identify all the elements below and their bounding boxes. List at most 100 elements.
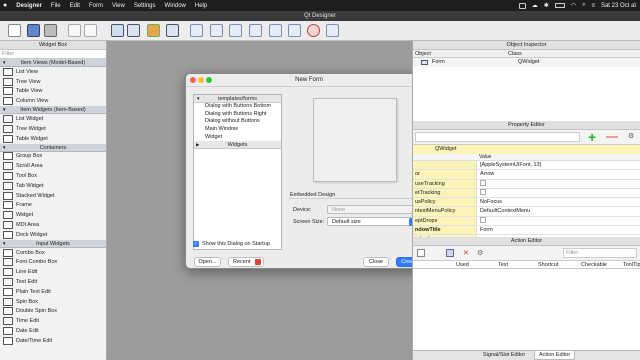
open-form-icon[interactable]	[27, 24, 40, 37]
object-row-form[interactable]: Form QWidget	[413, 58, 640, 67]
layout-splitter-horizontal-icon[interactable]	[229, 24, 242, 37]
widget-time-edit[interactable]: Time Edit	[0, 316, 106, 326]
widget-dock-widget[interactable]: Dock Widget	[0, 230, 106, 240]
search-icon[interactable]: ⌕	[582, 2, 585, 9]
new-action-icon[interactable]	[417, 249, 425, 257]
delete-action-icon[interactable]: ✕	[463, 249, 469, 257]
widget-list-view[interactable]: List View	[0, 67, 106, 77]
property-row[interactable]: ntextMenuPolicy DefaultContextMenu	[413, 207, 640, 217]
layout-horizontal-icon[interactable]	[190, 24, 203, 37]
column-used[interactable]: Used	[456, 261, 469, 269]
category-item-widgets[interactable]: ▼ Item Widgets (Item-Based)	[0, 106, 106, 115]
templates-tree[interactable]: ▼ templates/forms Dialog with Buttons Bot…	[193, 94, 282, 250]
bluetooth-icon[interactable]: ✱	[544, 2, 549, 9]
wifi-icon[interactable]: ◠	[571, 2, 576, 9]
menu-window[interactable]: Window	[165, 3, 186, 9]
edit-buddies-icon[interactable]	[147, 24, 160, 37]
cloud-icon[interactable]: ☁	[532, 2, 538, 9]
column-class[interactable]: Class	[508, 50, 522, 58]
copy-action-icon[interactable]	[446, 249, 454, 257]
edit-widgets-icon[interactable]	[111, 24, 124, 37]
widget-table-widget[interactable]: Table Widget	[0, 134, 106, 144]
open-button[interactable]: Open...	[194, 257, 221, 267]
widget-list-widget[interactable]: List Widget	[0, 114, 106, 124]
property-filter-input[interactable]	[415, 132, 580, 142]
template-main-window[interactable]: Main Window	[194, 126, 281, 134]
widget-font-combo-box[interactable]: Font Combo Box	[0, 258, 106, 268]
add-dynamic-property-icon[interactable]: +	[588, 129, 596, 145]
widget-date-edit[interactable]: Date Edit	[0, 326, 106, 336]
column-tooltip[interactable]: ToolTip	[623, 261, 640, 269]
menu-edit[interactable]: Edit	[70, 3, 80, 9]
widget-combo-box[interactable]: Combo Box	[0, 248, 106, 258]
menu-view[interactable]: View	[112, 3, 125, 9]
property-row[interactable]: ndowTitle Form	[413, 226, 640, 236]
property-row[interactable]: or Arrow	[413, 170, 640, 180]
layout-form-icon[interactable]	[288, 24, 301, 37]
widget-plain-text-edit[interactable]: Plain Text Edit	[0, 287, 106, 297]
widget-group-box[interactable]: Group Box	[0, 152, 106, 162]
new-form-icon[interactable]	[8, 24, 21, 37]
recent-button[interactable]: Recent	[228, 257, 264, 267]
layout-vertical-icon[interactable]	[210, 24, 223, 37]
property-value[interactable]: DefaultContextMenu	[476, 207, 640, 216]
save-form-icon[interactable]	[44, 24, 57, 37]
template-widget[interactable]: Widget	[194, 134, 281, 142]
tab-signal-slot-editor[interactable]: Signal/Slot Editor	[483, 352, 525, 358]
property-value[interactable]: Form	[476, 226, 640, 235]
property-row[interactable]: etTracking	[413, 188, 640, 199]
menu-settings[interactable]: Settings	[134, 3, 156, 9]
widget-tab-widget[interactable]: Tab Widget	[0, 181, 106, 191]
screen-size-select[interactable]: Default size ⇕	[327, 217, 418, 226]
widget-date-time-edit[interactable]: Date/Time Edit	[0, 336, 106, 346]
widget-tool-box[interactable]: Tool Box	[0, 171, 106, 181]
template-dialog-buttons-right[interactable]: Dialog with Buttons Right	[194, 111, 281, 119]
device-select[interactable]: None ⇕	[327, 205, 418, 214]
widget-widget[interactable]: Widget	[0, 210, 106, 220]
widget-column-view[interactable]: Column View	[0, 96, 106, 106]
column-shortcut[interactable]: Shortcut	[538, 261, 558, 269]
template-dialog-buttons-bottom[interactable]: Dialog with Buttons Bottom	[194, 103, 281, 111]
widget-mdi-area[interactable]: MDI Area	[0, 220, 106, 230]
layout-grid-icon[interactable]	[269, 24, 282, 37]
close-window-icon[interactable]	[190, 77, 196, 83]
property-row[interactable]: usPolicy NoFocus	[413, 198, 640, 208]
tab-action-editor[interactable]: Action Editor	[534, 351, 576, 360]
widget-frame[interactable]: Frame	[0, 201, 106, 211]
widget-double-spin-box[interactable]: Double Spin Box	[0, 307, 106, 317]
template-dialog-without-buttons[interactable]: Dialog without Buttons	[194, 118, 281, 126]
widget-text-edit[interactable]: Text Edit	[0, 277, 106, 287]
column-text[interactable]: Text	[498, 261, 508, 269]
property-value[interactable]: NoFocus	[476, 198, 640, 207]
remove-dynamic-property-icon[interactable]	[606, 136, 618, 138]
control-center-icon[interactable]: ≡	[591, 3, 595, 9]
column-object[interactable]: Object	[415, 50, 431, 58]
zoom-window-icon[interactable]	[206, 77, 212, 83]
menu-form[interactable]: Form	[89, 3, 103, 9]
minimize-window-icon[interactable]	[198, 77, 204, 83]
cut-icon[interactable]	[68, 24, 81, 37]
show-on-startup-checkbox[interactable]: ✓ Show this Dialog on Startup	[193, 241, 270, 247]
widget-table-view[interactable]: Table View	[0, 87, 106, 97]
property-row[interactable]: useTracking	[413, 179, 640, 189]
layout-splitter-vertical-icon[interactable]	[249, 24, 262, 37]
adjust-size-icon[interactable]	[326, 24, 339, 37]
property-row[interactable]: [AppleSystemUIFont, 13]	[413, 161, 640, 171]
copy-icon[interactable]	[84, 24, 97, 37]
menubar-datetime[interactable]: Sat 23 Oct at	[601, 3, 636, 9]
templates-forms-header[interactable]: ▼ templates/forms	[194, 95, 281, 103]
menu-help[interactable]: Help	[195, 3, 207, 9]
widget-stacked-widget[interactable]: Stacked Widget	[0, 191, 106, 201]
widget-box-filter-input[interactable]: Filter	[0, 50, 106, 59]
column-checkable[interactable]: Checkable	[581, 261, 607, 269]
widget-line-edit[interactable]: Line Edit	[0, 267, 106, 277]
property-checkbox[interactable]	[476, 188, 640, 198]
close-button[interactable]: Close	[363, 257, 389, 267]
category-containers[interactable]: ▼ Containers	[0, 143, 106, 152]
apple-icon[interactable]: ●	[3, 2, 7, 9]
property-row[interactable]: eptDrops	[413, 216, 640, 227]
configure-icon[interactable]: ⚙	[477, 249, 483, 257]
widget-tree-view[interactable]: Tree View	[0, 77, 106, 87]
break-layout-icon[interactable]	[307, 24, 320, 37]
menu-file[interactable]: File	[51, 3, 61, 9]
